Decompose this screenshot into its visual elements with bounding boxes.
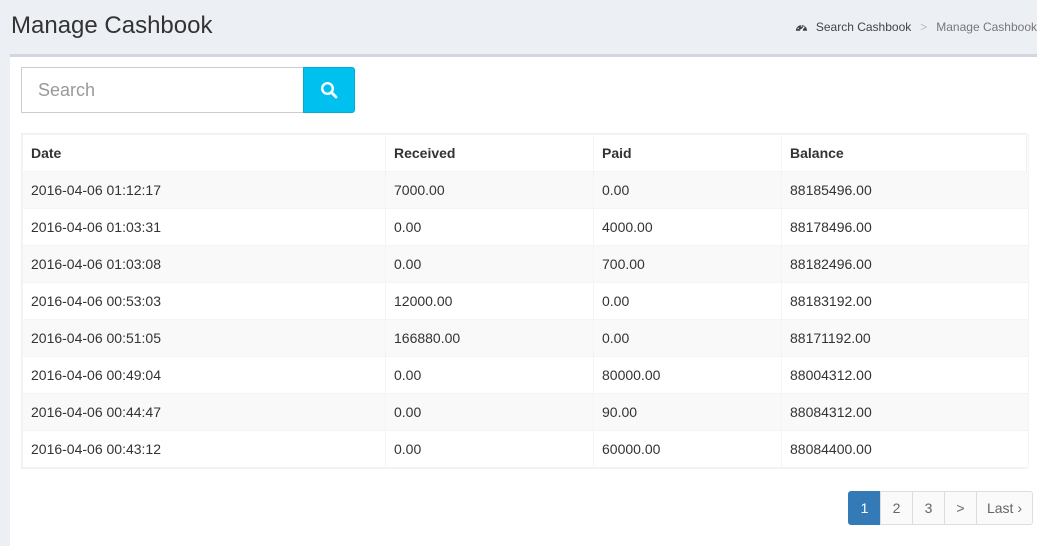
cell-balance: 88183192.00 — [781, 282, 1029, 320]
cell-date: 2016-04-06 00:44:47 — [22, 393, 386, 431]
cell-balance: 88004312.00 — [781, 356, 1029, 394]
table-row: 2016-04-06 00:51:05 166880.00 0.00 88171192… — [22, 319, 1029, 357]
cell-date: 2016-04-06 01:12:17 — [22, 171, 386, 209]
cell-date: 2016-04-06 00:43:12 — [22, 430, 386, 468]
cell-received: 12000.00 — [385, 282, 594, 320]
dashboard-icon — [795, 21, 808, 33]
cashbook-table: Date Received Paid Balance 2016-04-06 01… — [22, 134, 1029, 468]
table-row: 2016-04-06 01:03:31 0.00 4000.00 88178496.0… — [22, 208, 1029, 246]
breadcrumb: Search Cashbook > Manage Cashbook — [795, 20, 1037, 34]
cell-received: 0.00 — [385, 356, 594, 394]
search-icon — [320, 81, 338, 99]
cell-paid: 0.00 — [593, 171, 782, 209]
cell-balance: 88171192.00 — [781, 319, 1029, 357]
cell-received: 0.00 — [385, 430, 594, 468]
next-page-button[interactable]: > — [943, 491, 977, 525]
column-header-paid[interactable]: Paid — [593, 134, 782, 172]
cell-paid: 700.00 — [593, 245, 782, 283]
table-row: 2016-04-06 01:03:08 0.00 700.00 88182496.00 — [22, 245, 1029, 283]
cell-received: 166880.00 — [385, 319, 594, 357]
cell-balance: 88178496.00 — [781, 208, 1029, 246]
cell-paid: 90.00 — [593, 393, 782, 431]
cell-date: 2016-04-06 00:51:05 — [22, 319, 386, 357]
cell-balance: 88084400.00 — [781, 430, 1029, 468]
page-2-button[interactable]: 2 — [879, 491, 913, 525]
column-header-received[interactable]: Received — [385, 134, 594, 172]
table-header-row: Date Received Paid Balance — [22, 134, 1029, 172]
cell-paid: 80000.00 — [593, 356, 782, 394]
page-1-button[interactable]: 1 — [847, 491, 881, 525]
cell-date: 2016-04-06 01:03:08 — [22, 245, 386, 283]
cell-balance: 88182496.00 — [781, 245, 1029, 283]
search-button[interactable] — [303, 67, 355, 113]
table-row: 2016-04-06 00:44:47 0.00 90.00 88084312.00 — [22, 393, 1029, 431]
page-header: Manage Cashbook Search Cashbook > Manage… — [0, 0, 1037, 54]
cashbook-table-wrapper: Date Received Paid Balance 2016-04-06 01… — [21, 133, 1029, 469]
breadcrumb-separator: > — [920, 20, 928, 34]
cell-paid: 0.00 — [593, 282, 782, 320]
table-row: 2016-04-06 00:49:04 0.00 80000.00 88004312.… — [22, 356, 1029, 394]
breadcrumb-current: Manage Cashbook — [936, 20, 1037, 34]
page-3-button[interactable]: 3 — [911, 491, 945, 525]
cell-date: 2016-04-06 00:49:04 — [22, 356, 386, 394]
last-page-button[interactable]: Last › — [975, 491, 1033, 525]
cell-received: 0.00 — [385, 245, 594, 283]
cell-received: 7000.00 — [385, 171, 594, 209]
cell-paid: 0.00 — [593, 319, 782, 357]
cell-paid: 60000.00 — [593, 430, 782, 468]
table-row: 2016-04-06 01:12:17 7000.00 0.00 88185496.0… — [22, 171, 1029, 209]
cell-received: 0.00 — [385, 208, 594, 246]
cell-paid: 4000.00 — [593, 208, 782, 246]
table-row: 2016-04-06 00:53:03 12000.00 0.00 88183192.… — [22, 282, 1029, 320]
column-header-balance[interactable]: Balance — [781, 134, 1029, 172]
breadcrumb-link-search-cashbook[interactable]: Search Cashbook — [816, 20, 911, 34]
cell-balance: 88084312.00 — [781, 393, 1029, 431]
table-row: 2016-04-06 00:43:12 0.00 60000.00 88084400.… — [22, 430, 1029, 468]
pagination: 1 2 3 > Last › — [847, 491, 1033, 525]
cell-date: 2016-04-06 00:53:03 — [22, 282, 386, 320]
column-header-date[interactable]: Date — [22, 134, 386, 172]
cell-date: 2016-04-06 01:03:31 — [22, 208, 386, 246]
search-input[interactable] — [21, 67, 304, 113]
cell-balance: 88185496.00 — [781, 171, 1029, 209]
content-box: Date Received Paid Balance 2016-04-06 01… — [10, 54, 1037, 546]
page-title: Manage Cashbook — [11, 12, 213, 39]
cell-received: 0.00 — [385, 393, 594, 431]
